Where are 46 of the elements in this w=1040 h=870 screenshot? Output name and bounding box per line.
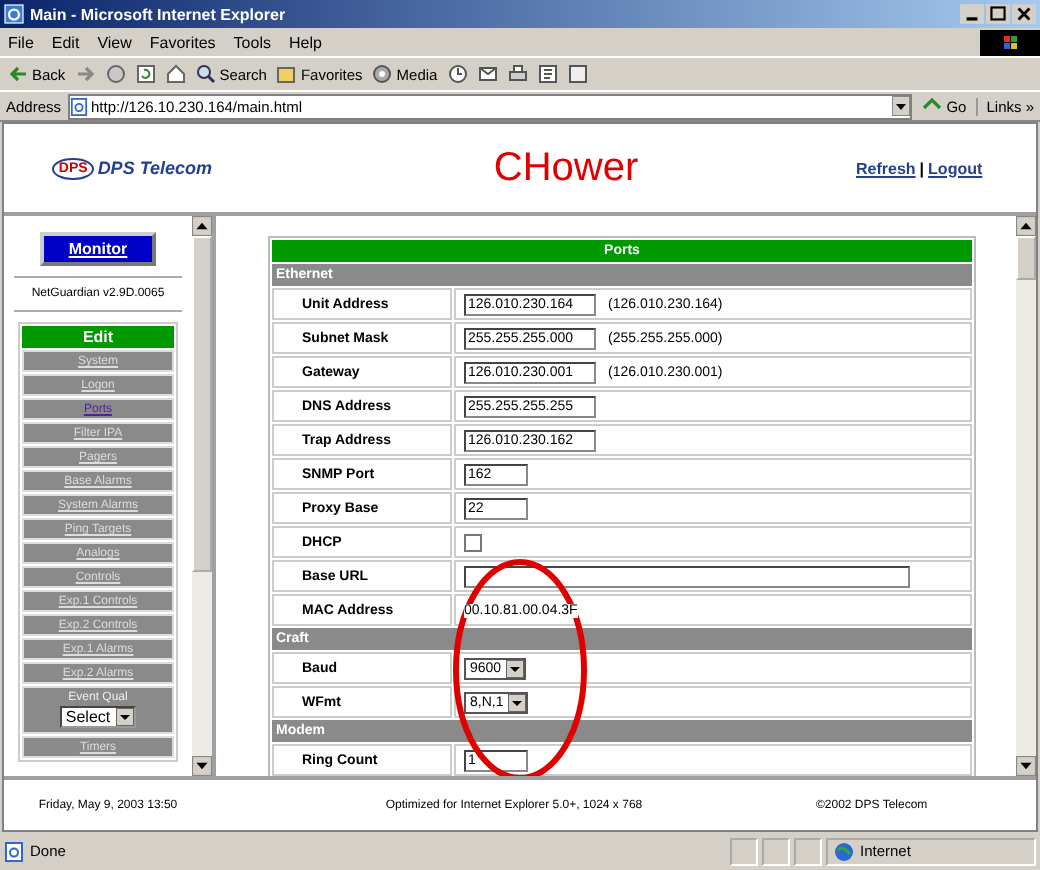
dropdown-arrow-icon xyxy=(116,708,135,726)
search-icon[interactable] xyxy=(195,64,216,84)
print-icon[interactable] xyxy=(507,64,528,84)
menu-item[interactable]: Help xyxy=(288,33,322,51)
minimize-icon[interactable] xyxy=(960,4,984,24)
mail-icon[interactable] xyxy=(477,64,498,84)
page-icon xyxy=(69,97,88,115)
dropdown-arrow-icon xyxy=(505,659,524,677)
scrollbar[interactable] xyxy=(1016,216,1036,776)
brand-name: DPS Telecom xyxy=(97,158,212,178)
scroll-down-icon[interactable] xyxy=(192,756,212,776)
dropdown-arrow-icon[interactable] xyxy=(892,96,911,116)
event-qual-select[interactable]: Select xyxy=(59,706,137,728)
maximize-icon[interactable] xyxy=(986,4,1010,24)
globe-icon xyxy=(834,841,854,861)
window-title: Main - Microsoft Internet Explorer xyxy=(30,5,288,23)
status-pane xyxy=(730,837,758,865)
unit-name: CHower xyxy=(491,145,641,191)
checkbox[interactable] xyxy=(464,533,482,551)
menu-item[interactable]: Favorites xyxy=(149,33,216,51)
menu-item[interactable]: Edit xyxy=(51,33,80,51)
windows-logo-icon xyxy=(980,29,1040,55)
edit-icon[interactable] xyxy=(537,64,558,84)
input-field[interactable] xyxy=(464,565,910,587)
browser-icon xyxy=(4,4,24,24)
scrollbar[interactable] xyxy=(192,216,212,776)
dropdown-arrow-icon xyxy=(507,693,526,711)
menu-item[interactable]: View xyxy=(97,33,132,51)
menu-item[interactable]: File xyxy=(8,33,34,51)
monitor-button[interactable]: Monitor xyxy=(40,232,156,266)
status-pane xyxy=(794,837,822,865)
edit-header[interactable]: Edit xyxy=(22,326,174,348)
scroll-up-icon[interactable] xyxy=(192,216,212,236)
page-icon xyxy=(4,841,24,861)
separator-text: | xyxy=(919,159,925,177)
back-icon[interactable] xyxy=(8,64,28,84)
refresh-link[interactable]: Refresh xyxy=(856,159,916,177)
scroll-up-icon[interactable] xyxy=(1016,216,1036,236)
scroll-down-icon[interactable] xyxy=(1016,756,1036,776)
history-icon[interactable] xyxy=(447,64,468,84)
logout-link[interactable]: Logout xyxy=(928,159,983,177)
refresh-icon[interactable] xyxy=(135,64,156,84)
menu-item[interactable]: Tools xyxy=(233,33,271,51)
close-icon[interactable] xyxy=(1012,4,1036,24)
status-pane xyxy=(762,837,790,865)
home-icon[interactable] xyxy=(165,64,186,84)
